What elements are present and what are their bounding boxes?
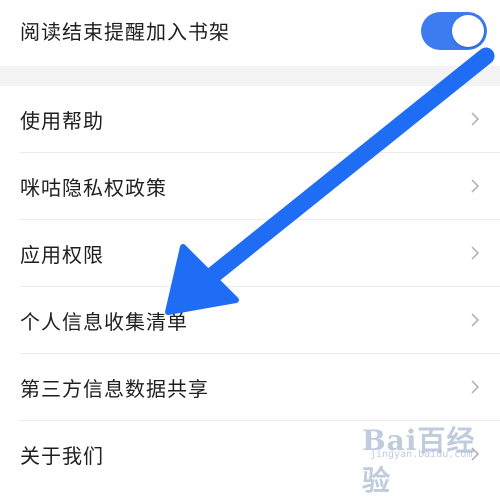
settings-item-label: 关于我们 — [20, 444, 104, 468]
reading-end-reminder-label: 阅读结束提醒加入书架 — [20, 20, 230, 44]
chevron-right-icon — [471, 246, 480, 260]
settings-item-help[interactable]: 使用帮助 — [0, 86, 500, 153]
settings-item-label: 使用帮助 — [20, 109, 104, 133]
settings-item-privacy-policy[interactable]: 咪咕隐私权政策 — [0, 153, 500, 220]
chevron-right-icon — [471, 112, 480, 126]
chevron-right-icon — [471, 179, 480, 193]
settings-item-label: 应用权限 — [20, 243, 104, 267]
toggle-knob — [452, 15, 484, 47]
reading-end-reminder-row[interactable]: 阅读结束提醒加入书架 — [0, 0, 500, 66]
chevron-right-icon — [471, 380, 480, 394]
reading-end-reminder-toggle[interactable] — [421, 12, 487, 50]
settings-item-third-party-sharing[interactable]: 第三方信息数据共享 — [0, 354, 500, 421]
chevron-right-icon — [471, 313, 480, 327]
section-gap — [0, 66, 500, 86]
settings-item-label: 咪咕隐私权政策 — [20, 176, 167, 200]
watermark-subtext: jingyan.baidu.com — [370, 449, 473, 460]
baidu-jingyan-watermark: Bai百经验 jingyan.baidu.com — [362, 419, 492, 497]
settings-item-personal-info-list[interactable]: 个人信息收集清单 — [0, 287, 500, 354]
settings-item-app-permissions[interactable]: 应用权限 — [0, 220, 500, 287]
settings-item-label: 个人信息收集清单 — [20, 310, 188, 334]
settings-item-label: 第三方信息数据共享 — [20, 377, 209, 401]
